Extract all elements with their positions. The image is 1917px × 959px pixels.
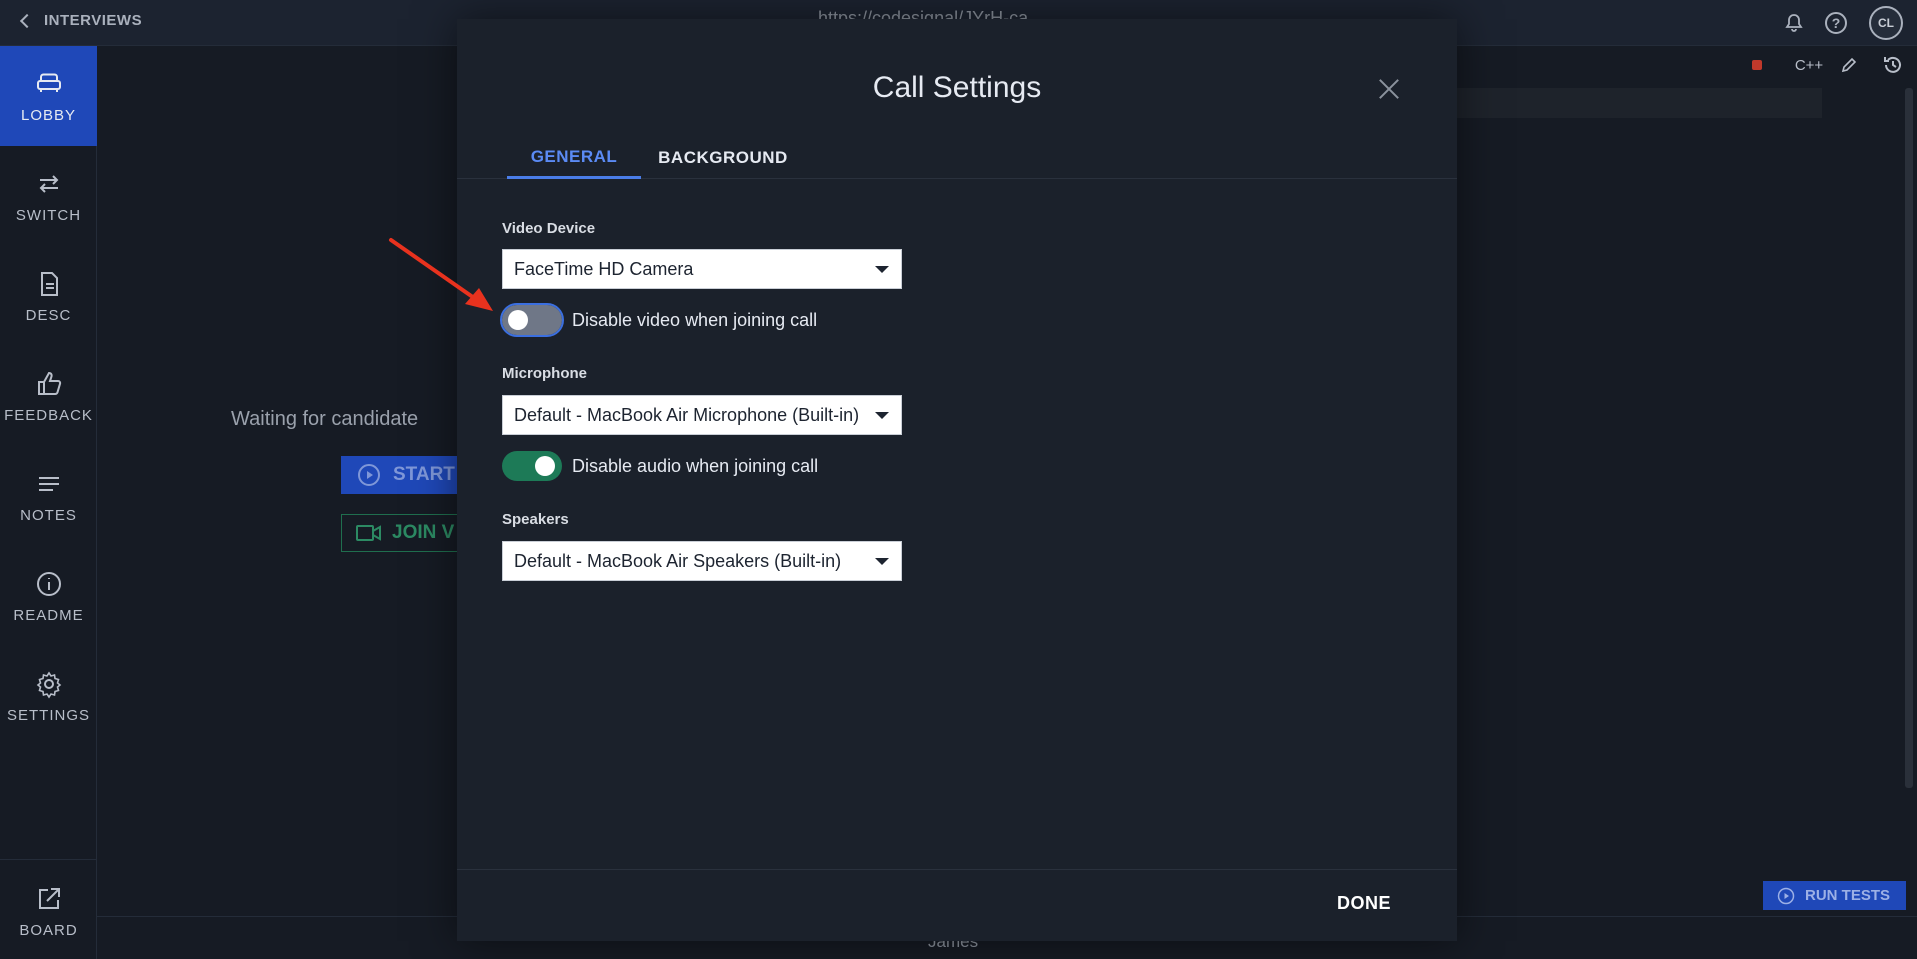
call-settings-modal: Call Settings GENERAL BACKGROUND Video D… [457, 19, 1457, 941]
toggle-knob [535, 456, 555, 476]
bell-icon[interactable] [1785, 13, 1803, 33]
back-to-interviews-link[interactable]: INTERVIEWS [16, 12, 142, 29]
nav-label-settings: SETTINGS [6, 706, 90, 724]
nav-label-board: BOARD [19, 921, 78, 939]
nav-label-desc: DESC [25, 306, 72, 324]
play-circle-icon [358, 464, 380, 486]
start-label: START [393, 464, 455, 485]
nav-item-board[interactable]: BOARD [0, 861, 97, 959]
disable-audio-label: Disable audio when joining call [572, 455, 819, 476]
caret-down-icon [875, 266, 889, 273]
speakers-select[interactable]: Default - MacBook Air Speakers (Built-in… [502, 541, 902, 581]
nav-label-switch: SWITCH [15, 206, 82, 224]
nav-item-desc[interactable]: DESC [0, 246, 97, 346]
start-button[interactable]: START [341, 456, 461, 494]
editor-current-line[interactable] [1457, 88, 1822, 118]
top-icons: ? CL [1785, 6, 1903, 40]
lines-icon [38, 476, 59, 491]
join-label: JOIN V [392, 522, 455, 543]
done-button[interactable]: DONE [1337, 893, 1391, 914]
language-selector[interactable]: C++ [1788, 52, 1830, 78]
microphone-select[interactable]: Default - MacBook Air Microphone (Built-… [502, 395, 902, 435]
info-icon [36, 571, 61, 596]
left-nav: LOBBY SWITCH DESC FEEDBACK NOTES README … [0, 46, 97, 959]
history-icon[interactable] [1882, 54, 1904, 76]
nav-item-readme[interactable]: README [0, 546, 97, 646]
microphone-value: Default - MacBook Air Microphone (Built-… [514, 404, 860, 425]
annotation-arrow-icon [389, 238, 493, 311]
video-device-select[interactable]: FaceTime HD Camera [502, 249, 902, 289]
recording-indicator [1752, 60, 1762, 70]
swap-arrows-icon [39, 174, 58, 193]
tab-general[interactable]: GENERAL [507, 137, 641, 179]
nav-item-switch[interactable]: SWITCH [0, 146, 97, 246]
run-tests-label: RUN TESTS [1805, 887, 1891, 904]
close-icon[interactable] [1375, 75, 1403, 103]
nav-item-lobby[interactable]: LOBBY [0, 46, 97, 146]
help-icon[interactable]: ? [1825, 12, 1847, 34]
pencil-icon[interactable] [1840, 56, 1858, 74]
nav-item-feedback[interactable]: FEEDBACK [0, 346, 97, 446]
disable-audio-toggle[interactable] [502, 451, 562, 481]
thumbs-up-icon [37, 371, 61, 395]
speakers-label: Speakers [502, 511, 569, 528]
caret-down-icon [875, 558, 889, 565]
tab-background[interactable]: BACKGROUND [653, 137, 793, 179]
disable-audio-row: Disable audio when joining call [502, 451, 818, 481]
back-label: INTERVIEWS [44, 12, 143, 29]
play-circle-icon [1777, 887, 1795, 904]
editor-scrollbar[interactable] [1905, 88, 1913, 788]
nav-label-notes: NOTES [20, 506, 77, 524]
toggle-knob [508, 310, 528, 330]
nav-divider [0, 859, 97, 860]
join-video-button[interactable]: JOIN V [341, 514, 461, 552]
nav-item-notes[interactable]: NOTES [0, 446, 97, 546]
nav-label-feedback: FEEDBACK [4, 406, 93, 424]
video-device-value: FaceTime HD Camera [514, 258, 694, 279]
avatar[interactable]: CL [1869, 6, 1903, 40]
couch-icon [36, 73, 61, 92]
video-device-label: Video Device [502, 220, 596, 237]
nav-label-lobby: LOBBY [20, 106, 77, 124]
waiting-text: Waiting for candidate [231, 408, 419, 430]
document-icon [40, 271, 58, 296]
microphone-label: Microphone [502, 365, 587, 382]
nav-item-settings[interactable]: SETTINGS [0, 646, 97, 746]
gear-icon [36, 671, 61, 698]
disable-video-row: Disable video when joining call [500, 303, 818, 337]
speakers-value: Default - MacBook Air Speakers (Built-in… [514, 550, 842, 571]
video-camera-icon [356, 525, 381, 541]
nav-label-readme: README [13, 606, 84, 624]
disable-video-toggle[interactable] [500, 303, 564, 337]
external-link-icon [38, 887, 60, 909]
disable-video-label: Disable video when joining call [572, 309, 818, 330]
modal-footer-divider [457, 869, 1457, 870]
run-tests-button[interactable]: RUN TESTS [1763, 881, 1906, 910]
caret-down-icon [875, 412, 889, 419]
modal-tabs: GENERAL BACKGROUND [457, 137, 1457, 179]
modal-title: Call Settings [872, 71, 1042, 104]
chevron-left-icon [19, 13, 35, 28]
